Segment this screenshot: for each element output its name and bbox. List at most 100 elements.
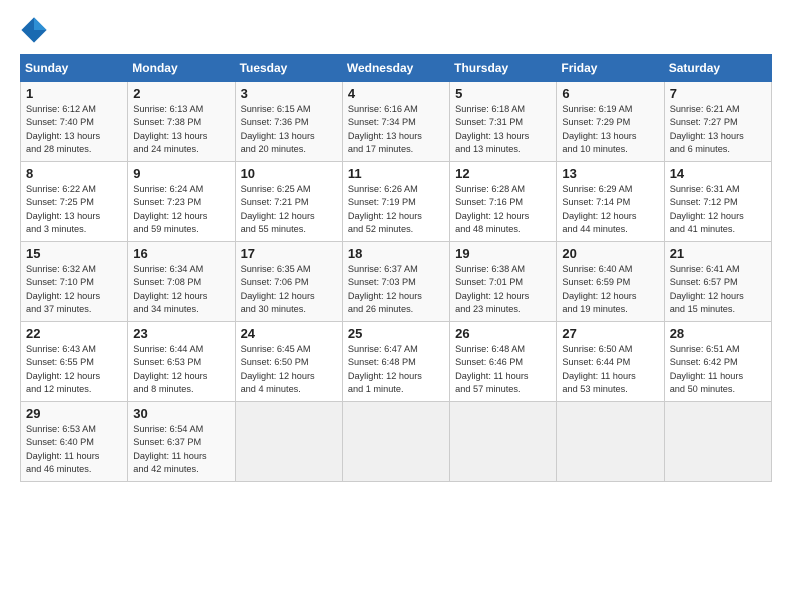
day-info: Sunrise: 6:32 AM Sunset: 7:10 PM Dayligh… bbox=[26, 263, 122, 316]
day-cell: 19 Sunrise: 6:38 AM Sunset: 7:01 PM Dayli… bbox=[450, 242, 557, 322]
calendar-table: SundayMondayTuesdayWednesdayThursdayFrid… bbox=[20, 54, 772, 482]
day-cell: 25 Sunrise: 6:47 AM Sunset: 6:48 PM Dayli… bbox=[342, 322, 449, 402]
day-number: 29 bbox=[26, 406, 122, 421]
day-cell: 29 Sunrise: 6:53 AM Sunset: 6:40 PM Dayli… bbox=[21, 402, 128, 482]
day-info: Sunrise: 6:37 AM Sunset: 7:03 PM Dayligh… bbox=[348, 263, 444, 316]
day-number: 5 bbox=[455, 86, 551, 101]
day-info: Sunrise: 6:21 AM Sunset: 7:27 PM Dayligh… bbox=[670, 103, 766, 156]
day-info: Sunrise: 6:22 AM Sunset: 7:25 PM Dayligh… bbox=[26, 183, 122, 236]
day-number: 24 bbox=[241, 326, 337, 341]
day-info: Sunrise: 6:19 AM Sunset: 7:29 PM Dayligh… bbox=[562, 103, 658, 156]
day-info: Sunrise: 6:35 AM Sunset: 7:06 PM Dayligh… bbox=[241, 263, 337, 316]
day-number: 23 bbox=[133, 326, 229, 341]
day-info: Sunrise: 6:50 AM Sunset: 6:44 PM Dayligh… bbox=[562, 343, 658, 396]
day-number: 25 bbox=[348, 326, 444, 341]
day-info: Sunrise: 6:28 AM Sunset: 7:16 PM Dayligh… bbox=[455, 183, 551, 236]
calendar-header: SundayMondayTuesdayWednesdayThursdayFrid… bbox=[21, 55, 772, 82]
day-cell: 15 Sunrise: 6:32 AM Sunset: 7:10 PM Dayli… bbox=[21, 242, 128, 322]
calendar-body: 1 Sunrise: 6:12 AM Sunset: 7:40 PM Daylig… bbox=[21, 82, 772, 482]
day-number: 3 bbox=[241, 86, 337, 101]
day-info: Sunrise: 6:45 AM Sunset: 6:50 PM Dayligh… bbox=[241, 343, 337, 396]
day-number: 7 bbox=[670, 86, 766, 101]
day-cell: 5 Sunrise: 6:18 AM Sunset: 7:31 PM Daylig… bbox=[450, 82, 557, 162]
day-number: 9 bbox=[133, 166, 229, 181]
day-info: Sunrise: 6:48 AM Sunset: 6:46 PM Dayligh… bbox=[455, 343, 551, 396]
week-row-1: 1 Sunrise: 6:12 AM Sunset: 7:40 PM Daylig… bbox=[21, 82, 772, 162]
day-number: 11 bbox=[348, 166, 444, 181]
logo bbox=[20, 16, 52, 44]
day-info: Sunrise: 6:47 AM Sunset: 6:48 PM Dayligh… bbox=[348, 343, 444, 396]
day-cell: 30 Sunrise: 6:54 AM Sunset: 6:37 PM Dayli… bbox=[128, 402, 235, 482]
day-number: 28 bbox=[670, 326, 766, 341]
day-info: Sunrise: 6:16 AM Sunset: 7:34 PM Dayligh… bbox=[348, 103, 444, 156]
header-cell-friday: Friday bbox=[557, 55, 664, 82]
day-cell: 11Sunrise: 6:26 AM Sunset: 7:19 PM Dayli… bbox=[342, 162, 449, 242]
day-info: Sunrise: 6:38 AM Sunset: 7:01 PM Dayligh… bbox=[455, 263, 551, 316]
day-info: Sunrise: 6:24 AM Sunset: 7:23 PM Dayligh… bbox=[133, 183, 229, 236]
day-cell: 9 Sunrise: 6:24 AM Sunset: 7:23 PM Daylig… bbox=[128, 162, 235, 242]
day-number: 8 bbox=[26, 166, 122, 181]
day-cell: 23 Sunrise: 6:44 AM Sunset: 6:53 PM Dayli… bbox=[128, 322, 235, 402]
day-info: Sunrise: 6:40 AM Sunset: 6:59 PM Dayligh… bbox=[562, 263, 658, 316]
day-number: 20 bbox=[562, 246, 658, 261]
day-cell: 14 Sunrise: 6:31 AM Sunset: 7:12 PM Dayli… bbox=[664, 162, 771, 242]
page: SundayMondayTuesdayWednesdayThursdayFrid… bbox=[0, 0, 792, 492]
day-cell: 6Sunrise: 6:19 AM Sunset: 7:29 PM Daylig… bbox=[557, 82, 664, 162]
day-cell: 21 Sunrise: 6:41 AM Sunset: 6:57 PM Dayli… bbox=[664, 242, 771, 322]
day-cell: 16Sunrise: 6:34 AM Sunset: 7:08 PM Dayli… bbox=[128, 242, 235, 322]
day-number: 18 bbox=[348, 246, 444, 261]
day-number: 15 bbox=[26, 246, 122, 261]
logo-icon bbox=[20, 16, 48, 44]
day-number: 2 bbox=[133, 86, 229, 101]
week-row-3: 15 Sunrise: 6:32 AM Sunset: 7:10 PM Dayli… bbox=[21, 242, 772, 322]
day-number: 1 bbox=[26, 86, 122, 101]
day-cell bbox=[342, 402, 449, 482]
week-row-4: 22Sunrise: 6:43 AM Sunset: 6:55 PM Dayli… bbox=[21, 322, 772, 402]
day-cell: 27 Sunrise: 6:50 AM Sunset: 6:44 PM Dayli… bbox=[557, 322, 664, 402]
day-number: 16 bbox=[133, 246, 229, 261]
day-number: 19 bbox=[455, 246, 551, 261]
day-info: Sunrise: 6:54 AM Sunset: 6:37 PM Dayligh… bbox=[133, 423, 229, 476]
week-row-2: 8 Sunrise: 6:22 AM Sunset: 7:25 PM Daylig… bbox=[21, 162, 772, 242]
day-cell: 1 Sunrise: 6:12 AM Sunset: 7:40 PM Daylig… bbox=[21, 82, 128, 162]
day-info: Sunrise: 6:12 AM Sunset: 7:40 PM Dayligh… bbox=[26, 103, 122, 156]
day-info: Sunrise: 6:51 AM Sunset: 6:42 PM Dayligh… bbox=[670, 343, 766, 396]
day-number: 13 bbox=[562, 166, 658, 181]
day-number: 21 bbox=[670, 246, 766, 261]
day-info: Sunrise: 6:29 AM Sunset: 7:14 PM Dayligh… bbox=[562, 183, 658, 236]
day-cell: 10 Sunrise: 6:25 AM Sunset: 7:21 PM Dayli… bbox=[235, 162, 342, 242]
day-number: 30 bbox=[133, 406, 229, 421]
day-info: Sunrise: 6:15 AM Sunset: 7:36 PM Dayligh… bbox=[241, 103, 337, 156]
day-cell: 24 Sunrise: 6:45 AM Sunset: 6:50 PM Dayli… bbox=[235, 322, 342, 402]
day-cell bbox=[450, 402, 557, 482]
day-cell bbox=[235, 402, 342, 482]
day-cell: 8 Sunrise: 6:22 AM Sunset: 7:25 PM Daylig… bbox=[21, 162, 128, 242]
header-cell-saturday: Saturday bbox=[664, 55, 771, 82]
day-info: Sunrise: 6:31 AM Sunset: 7:12 PM Dayligh… bbox=[670, 183, 766, 236]
day-cell: 2Sunrise: 6:13 AM Sunset: 7:38 PM Daylig… bbox=[128, 82, 235, 162]
day-cell bbox=[557, 402, 664, 482]
day-cell: 3 Sunrise: 6:15 AM Sunset: 7:36 PM Daylig… bbox=[235, 82, 342, 162]
header-cell-monday: Monday bbox=[128, 55, 235, 82]
day-info: Sunrise: 6:53 AM Sunset: 6:40 PM Dayligh… bbox=[26, 423, 122, 476]
day-info: Sunrise: 6:44 AM Sunset: 6:53 PM Dayligh… bbox=[133, 343, 229, 396]
header-cell-sunday: Sunday bbox=[21, 55, 128, 82]
day-number: 10 bbox=[241, 166, 337, 181]
day-number: 27 bbox=[562, 326, 658, 341]
day-number: 22 bbox=[26, 326, 122, 341]
day-cell: 20 Sunrise: 6:40 AM Sunset: 6:59 PM Dayli… bbox=[557, 242, 664, 322]
day-cell: 4Sunrise: 6:16 AM Sunset: 7:34 PM Daylig… bbox=[342, 82, 449, 162]
week-row-5: 29 Sunrise: 6:53 AM Sunset: 6:40 PM Dayli… bbox=[21, 402, 772, 482]
day-cell: 13 Sunrise: 6:29 AM Sunset: 7:14 PM Dayli… bbox=[557, 162, 664, 242]
day-info: Sunrise: 6:41 AM Sunset: 6:57 PM Dayligh… bbox=[670, 263, 766, 316]
header-cell-wednesday: Wednesday bbox=[342, 55, 449, 82]
day-info: Sunrise: 6:25 AM Sunset: 7:21 PM Dayligh… bbox=[241, 183, 337, 236]
day-cell: 17Sunrise: 6:35 AM Sunset: 7:06 PM Dayli… bbox=[235, 242, 342, 322]
day-cell: 26Sunrise: 6:48 AM Sunset: 6:46 PM Dayli… bbox=[450, 322, 557, 402]
day-cell: 28 Sunrise: 6:51 AM Sunset: 6:42 PM Dayli… bbox=[664, 322, 771, 402]
header bbox=[20, 16, 772, 44]
day-cell bbox=[664, 402, 771, 482]
day-cell: 7 Sunrise: 6:21 AM Sunset: 7:27 PM Daylig… bbox=[664, 82, 771, 162]
day-number: 14 bbox=[670, 166, 766, 181]
day-info: Sunrise: 6:18 AM Sunset: 7:31 PM Dayligh… bbox=[455, 103, 551, 156]
